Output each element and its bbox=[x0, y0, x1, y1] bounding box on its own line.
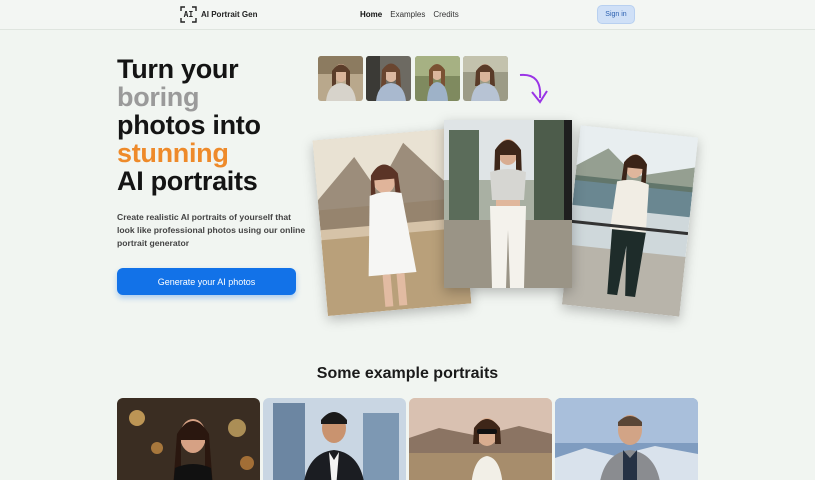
nav-home[interactable]: Home bbox=[360, 10, 382, 19]
input-photo-thumb bbox=[415, 56, 460, 101]
input-photo-thumb bbox=[463, 56, 508, 101]
input-photo-thumb bbox=[318, 56, 363, 101]
hero-headline: Turn your boring photos into stunning AI… bbox=[117, 55, 261, 195]
example-portrait[interactable] bbox=[263, 398, 406, 480]
brand-logo[interactable]: AI AI Portrait Gen bbox=[180, 6, 257, 23]
example-portrait[interactable] bbox=[409, 398, 552, 480]
brand-name: AI Portrait Gen bbox=[201, 10, 258, 19]
headline-line-5: AI portraits bbox=[117, 166, 258, 196]
examples-section-title: Some example portraits bbox=[316, 365, 499, 382]
main-nav: Home Examples Credits bbox=[360, 10, 459, 19]
example-portrait[interactable] bbox=[555, 398, 698, 480]
sign-in-button[interactable]: Sign in bbox=[597, 5, 635, 24]
ai-frame-icon: AI bbox=[180, 6, 197, 23]
headline-line-3: photos into bbox=[117, 110, 261, 140]
hero-subtitle: Create realistic AI portraits of yoursel… bbox=[117, 212, 306, 248]
site-header: AI AI Portrait Gen Home Examples Credits… bbox=[0, 0, 815, 30]
generate-ai-photos-button[interactable]: Generate your AI photos bbox=[117, 268, 296, 295]
headline-line-2: boring bbox=[117, 82, 200, 112]
example-portrait[interactable] bbox=[117, 398, 260, 480]
input-photo-thumb bbox=[366, 56, 411, 101]
ai-portrait-card bbox=[561, 125, 699, 317]
nav-examples[interactable]: Examples bbox=[390, 10, 425, 19]
nav-credits[interactable]: Credits bbox=[433, 10, 458, 19]
headline-line-1: Turn your bbox=[117, 54, 239, 84]
headline-line-4: stunning bbox=[117, 138, 229, 168]
curved-arrow-icon bbox=[519, 73, 548, 104]
ai-portrait-card bbox=[444, 120, 572, 288]
